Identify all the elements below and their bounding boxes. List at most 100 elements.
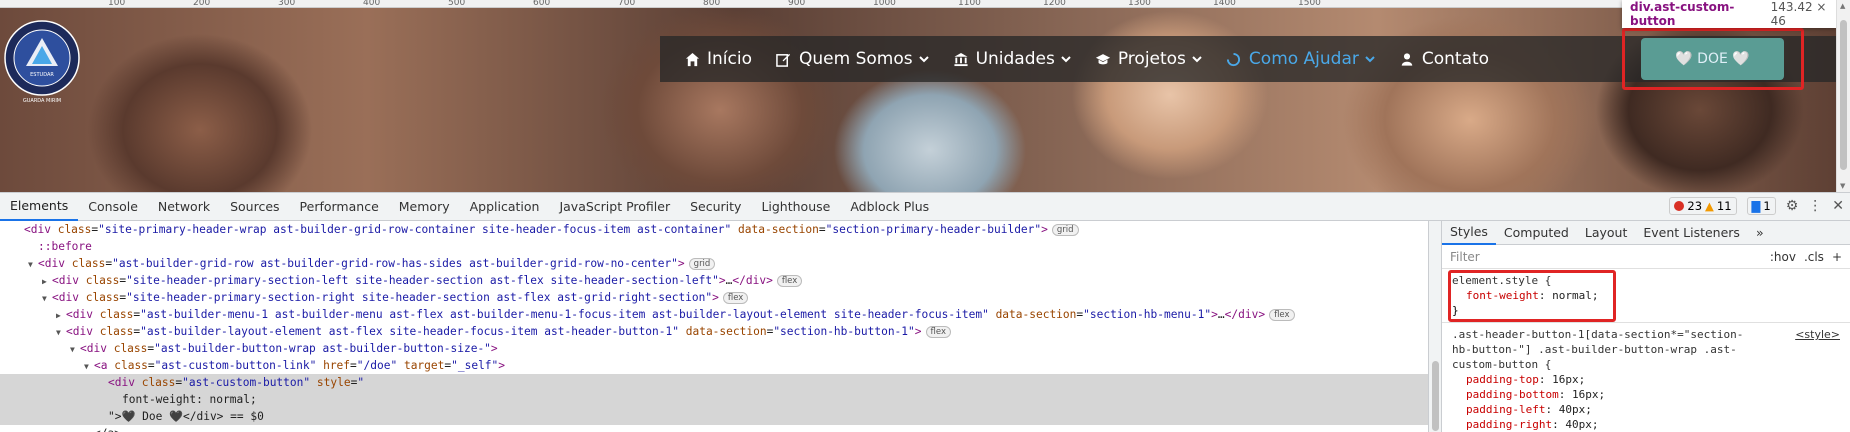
elements-tree[interactable]: <div class="site-primary-header-wrap ast… bbox=[0, 221, 1428, 432]
dom-node-line[interactable]: ▼ <div class="site-header-primary-section… bbox=[0, 289, 1428, 306]
devtools-tab-lighthouse[interactable]: Lighthouse bbox=[751, 193, 840, 221]
logo[interactable]: ESTUDAR GUARDA MIRIM bbox=[2, 16, 82, 106]
ruler-tick-label: 1500 bbox=[1298, 0, 1321, 8]
styles-tab-styles[interactable]: Styles bbox=[1442, 221, 1496, 245]
css-property-name: padding-bottom bbox=[1466, 388, 1559, 401]
expand-triangle-icon[interactable]: ▼ bbox=[84, 358, 94, 375]
css-property-name: padding-left bbox=[1466, 403, 1546, 416]
user-icon bbox=[1399, 51, 1415, 67]
dom-node-line[interactable]: <div class="ast-custom-button" style=" bbox=[0, 374, 1428, 391]
layout-badge[interactable]: flex bbox=[776, 275, 803, 287]
warning-icon: ▲ bbox=[1705, 199, 1714, 213]
css-declaration[interactable]: padding-left: 40px; bbox=[1466, 402, 1840, 417]
ruler-tick-label: 900 bbox=[788, 0, 806, 8]
scrollbar-thumb[interactable] bbox=[1432, 361, 1439, 431]
nav-item-unidades[interactable]: Unidades bbox=[953, 49, 1071, 69]
page-viewport: 100 200 300 400 500 600 700 800 900 1000 1100 1200 1… bbox=[0, 0, 1836, 192]
nav-item-label: Quem Somos bbox=[798, 49, 913, 69]
styles-tab-event-listeners[interactable]: Event Listeners bbox=[1635, 221, 1748, 245]
dom-node-text: ">🖤 Doe 🖤</div> == $0 bbox=[108, 410, 264, 423]
dom-node-line[interactable]: </a> bbox=[0, 425, 1428, 432]
ruler: 100 200 300 400 500 600 700 800 900 1000 1100 1200 1… bbox=[0, 0, 1836, 8]
dom-node-line[interactable]: ▼ <a class="ast-custom-button-link" href=… bbox=[0, 357, 1428, 374]
layout-badge[interactable]: flex bbox=[925, 326, 951, 338]
devtools-tab-performance[interactable]: Performance bbox=[290, 193, 389, 221]
collapse-triangle-icon[interactable]: ▶ bbox=[42, 273, 52, 290]
devtools-tab-sources[interactable]: Sources bbox=[220, 193, 289, 221]
devtools-tab-memory[interactable]: Memory bbox=[389, 193, 460, 221]
settings-gear-icon[interactable]: ⚙ bbox=[1786, 198, 1799, 214]
scroll-down-icon[interactable]: ▼ bbox=[1840, 182, 1845, 190]
nav-item-quem-somos[interactable]: Quem Somos bbox=[776, 49, 929, 69]
close-devtools-icon[interactable]: ✕ bbox=[1832, 198, 1844, 214]
styles-tab-more[interactable]: » bbox=[1748, 221, 1772, 245]
layout-badge[interactable]: grid bbox=[1051, 224, 1079, 236]
css-property-name: padding-top bbox=[1466, 373, 1539, 386]
nav-item-label: Início bbox=[707, 49, 752, 69]
dom-node-line[interactable]: ▶ <div class="ast-builder-menu-1 ast-buil… bbox=[0, 306, 1428, 323]
nav-item-como-ajudar[interactable]: Como Ajudar bbox=[1226, 49, 1375, 69]
panel-splitter-scrollbar[interactable] bbox=[1428, 221, 1442, 432]
devtools-panel: Elements Console Network Sources Performance… bbox=[0, 192, 1850, 432]
ruler-tick-label: 400 bbox=[363, 0, 381, 8]
dom-node-text: <div class="site-primary-header-wrap ast… bbox=[24, 223, 1048, 236]
dom-node-text: <a class="ast-custom-button-link" href="… bbox=[94, 359, 506, 372]
collapse-triangle-icon[interactable]: ▶ bbox=[56, 307, 66, 324]
doe-button[interactable]: 🤍 DOE 🤍 bbox=[1641, 38, 1784, 80]
css-separator: : bbox=[1538, 373, 1553, 386]
devtools-tab-adblock-plus[interactable]: Adblock Plus bbox=[840, 193, 939, 221]
devtools-tab-console[interactable]: Console bbox=[78, 193, 148, 221]
nav-item-in-cio[interactable]: Início bbox=[684, 49, 752, 69]
devtools-tab-elements[interactable]: Elements bbox=[0, 193, 79, 221]
dom-node-line[interactable]: ▼ <div class="ast-builder-layout-element … bbox=[0, 323, 1428, 340]
dom-node-line[interactable]: ▶ <div class="site-header-primary-section… bbox=[0, 272, 1428, 289]
dom-node-line[interactable]: <div class="site-primary-header-wrap ast… bbox=[0, 221, 1428, 238]
dom-node-line[interactable]: ▼ <div class="ast-builder-button-wrap ast… bbox=[0, 340, 1428, 357]
filter-button-2[interactable]: + bbox=[1832, 250, 1842, 264]
issues-badge[interactable]: 23 ▲ 11 bbox=[1669, 197, 1737, 215]
devtools-toolbar-right: 23 ▲ 11 ▇ 1 ⚙ ⋮ ✕ bbox=[1669, 197, 1844, 215]
expand-triangle-icon[interactable]: ▼ bbox=[70, 341, 80, 358]
filter-button-0[interactable]: :hov bbox=[1770, 250, 1796, 264]
layout-badge[interactable]: grid bbox=[688, 258, 716, 270]
more-options-icon[interactable]: ⋮ bbox=[1808, 198, 1822, 214]
css-property-value: 16px; bbox=[1571, 388, 1606, 401]
dom-node-text: <div class="ast-builder-layout-element a… bbox=[66, 325, 922, 338]
css-declaration[interactable]: padding-right: 40px; bbox=[1466, 417, 1840, 432]
element-style-rule: element.style { font-weight: normal; } bbox=[1442, 269, 1850, 323]
messages-badge[interactable]: ▇ 1 bbox=[1746, 197, 1776, 215]
devtools-tab-application[interactable]: Application bbox=[460, 193, 550, 221]
devtools-tab-javascript-profiler[interactable]: JavaScript Profiler bbox=[549, 193, 680, 221]
css-rule-header-button: <style> .ast-header-button-1[data-sectio… bbox=[1442, 323, 1850, 432]
tooltip-selector: div.ast-custom-button bbox=[1630, 0, 1735, 28]
nav-item-projetos[interactable]: Projetos bbox=[1095, 49, 1202, 69]
devtools-tab-network[interactable]: Network bbox=[148, 193, 220, 221]
css-declaration[interactable]: padding-top: 16px; bbox=[1466, 372, 1840, 387]
css-property-value: 40px; bbox=[1565, 418, 1599, 431]
devtools-tab-security[interactable]: Security bbox=[680, 193, 751, 221]
dom-node-line[interactable]: ▼ <div class="ast-builder-grid-row ast-bu… bbox=[0, 255, 1428, 272]
dom-node-line[interactable]: ::before bbox=[0, 238, 1428, 255]
styles-tab-layout[interactable]: Layout bbox=[1577, 221, 1636, 245]
expand-triangle-icon[interactable]: ▼ bbox=[56, 324, 66, 341]
css-declaration[interactable]: padding-bottom: 16px; bbox=[1466, 387, 1840, 402]
scrollbar-thumb[interactable] bbox=[1840, 20, 1847, 170]
scroll-up-icon[interactable]: ▲ bbox=[1840, 2, 1845, 10]
expand-triangle-icon[interactable]: ▼ bbox=[42, 290, 52, 307]
dom-node-line[interactable]: font-weight: normal; bbox=[0, 391, 1428, 408]
ruler-tick-label: 200 bbox=[193, 0, 211, 8]
expand-triangle-icon[interactable]: ▼ bbox=[28, 256, 38, 273]
styles-filter-input[interactable]: Filter bbox=[1450, 250, 1480, 264]
chevron-down-icon bbox=[1365, 53, 1375, 66]
styles-tab-computed[interactable]: Computed bbox=[1496, 221, 1577, 245]
css-rule-selector: .ast-header-button-1[data-section*="sect… bbox=[1452, 328, 1744, 371]
layout-badge[interactable]: flex bbox=[722, 292, 749, 304]
ruler-tick-label: 1100 bbox=[958, 0, 981, 8]
page-scrollbar[interactable]: ▲ ▼ bbox=[1836, 0, 1850, 192]
nav-item-contato[interactable]: Contato bbox=[1399, 49, 1489, 69]
dom-node-line[interactable]: ">🖤 Doe 🖤</div> == $0 bbox=[0, 408, 1428, 425]
filter-button-1[interactable]: .cls bbox=[1804, 250, 1824, 264]
layout-badge[interactable]: flex bbox=[1269, 309, 1295, 321]
css-rule-source-link[interactable]: <style> bbox=[1795, 327, 1840, 342]
chevron-down-icon bbox=[1192, 53, 1202, 66]
